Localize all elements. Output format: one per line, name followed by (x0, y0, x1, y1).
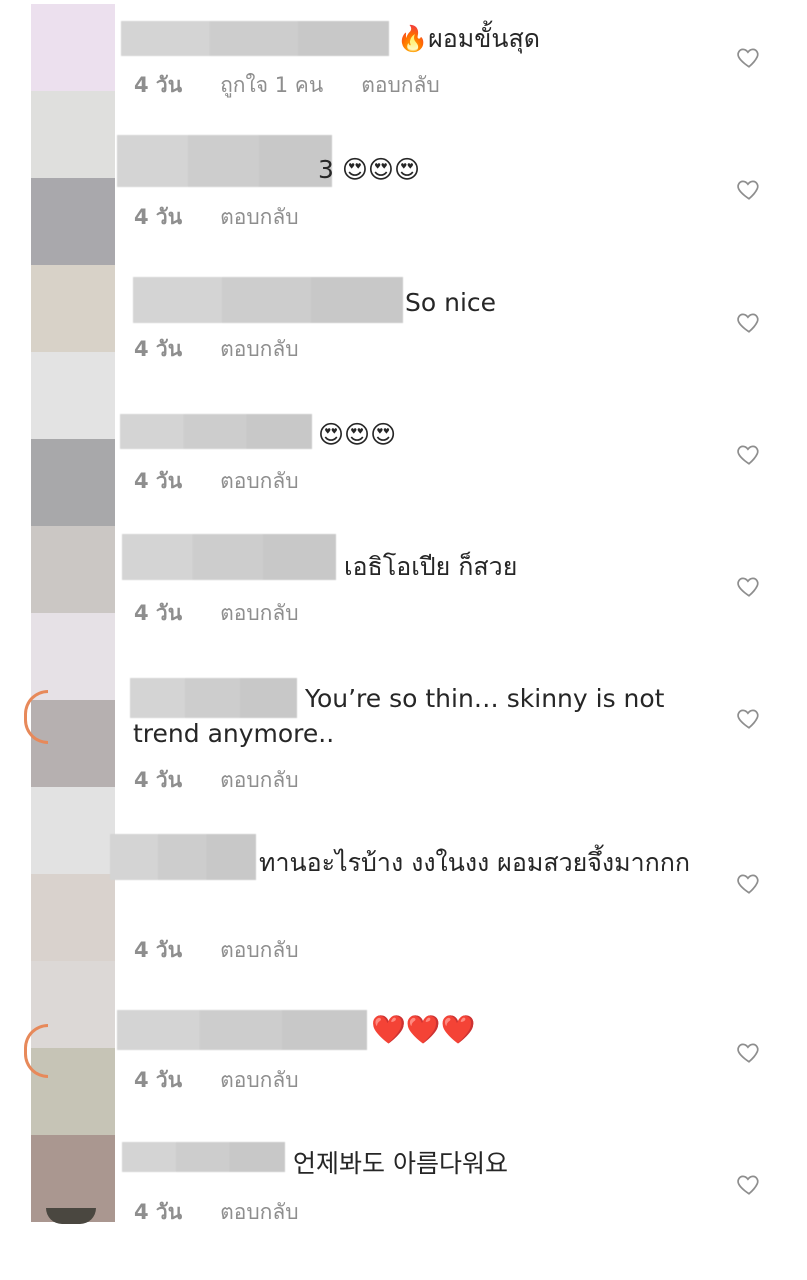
reply-button[interactable]: ตอบกลับ (220, 465, 299, 498)
comment-text: ❤️❤️❤️ (371, 1013, 476, 1046)
story-ring (24, 690, 48, 744)
heart-outline-icon[interactable] (736, 705, 762, 731)
heart-outline-icon[interactable] (736, 44, 762, 70)
username-redacted[interactable] (133, 277, 403, 323)
avatar[interactable] (31, 787, 115, 874)
comment-text: เอธิโอเปีย ก็สวย (344, 552, 518, 581)
avatar[interactable] (31, 439, 115, 526)
reply-button[interactable]: ตอบกลับ (220, 597, 299, 630)
comment-time: 4 วัน (134, 73, 183, 97)
username-redacted[interactable] (122, 534, 336, 580)
comment-time: 4 วัน (134, 337, 183, 361)
comment-time: 4 วัน (134, 938, 183, 962)
avatar[interactable] (31, 526, 115, 613)
reply-button[interactable]: ตอบกลับ (220, 333, 299, 366)
comment-text: 🔥ผอมขั้นสุด (397, 24, 540, 53)
comment-text: 3 😍😍😍 (318, 155, 421, 184)
heart-outline-icon[interactable] (736, 176, 762, 202)
username-redacted[interactable] (120, 414, 312, 449)
avatar[interactable] (31, 4, 115, 91)
comment-text: You’re so thin… skinny is not trend anym… (133, 684, 665, 748)
comment-meta: 4 วัน ถูกใจ 1 คน ตอบกลับ (134, 69, 440, 102)
heart-outline-icon[interactable] (736, 309, 762, 335)
reply-button[interactable]: ตอบกลับ (220, 764, 299, 797)
heart-outline-icon[interactable] (736, 870, 762, 896)
username-redacted[interactable] (117, 1010, 367, 1050)
likes-count[interactable]: ถูกใจ 1 คน (220, 69, 323, 102)
reply-button[interactable]: ตอบกลับ (220, 934, 299, 967)
username-redacted[interactable] (117, 135, 332, 187)
comment-meta: 4 วัน ตอบกลับ (134, 201, 299, 234)
avatar[interactable] (31, 874, 115, 961)
comment-text: 😍😍😍 (318, 420, 397, 449)
comment-meta: 4 วัน ตอบกลับ (134, 1196, 299, 1229)
heart-outline-icon[interactable] (736, 573, 762, 599)
comment-time: 4 วัน (134, 1200, 183, 1224)
comment-meta: 4 วัน ตอบกลับ (134, 764, 299, 797)
avatar[interactable] (31, 613, 115, 700)
reply-button[interactable]: ตอบกลับ (361, 69, 440, 102)
comment-time: 4 วัน (134, 205, 183, 229)
avatar[interactable] (31, 178, 115, 265)
comment-text: So nice (405, 288, 497, 317)
avatar[interactable] (31, 265, 115, 352)
comment-meta: 4 วัน ตอบกลับ (134, 465, 299, 498)
comment-time: 4 วัน (134, 469, 183, 493)
heart-outline-icon[interactable] (736, 1039, 762, 1065)
comment-time: 4 วัน (134, 1068, 183, 1092)
avatar[interactable] (31, 352, 115, 439)
reply-button[interactable]: ตอบกลับ (220, 1196, 299, 1229)
comment-text: ทานอะไรบ้าง งงในงง ผอมสวยจึ้งมากกก (259, 848, 691, 877)
comment-meta: 4 วัน ตอบกลับ (134, 1064, 299, 1097)
avatar[interactable] (31, 91, 115, 178)
comment-text: 언제봐도 아름다워요 (293, 1149, 508, 1178)
comment-meta: 4 วัน ตอบกลับ (134, 597, 299, 630)
comment-time: 4 วัน (134, 601, 183, 625)
reply-button[interactable]: ตอบกลับ (220, 1064, 299, 1097)
story-ring (24, 1024, 48, 1078)
username-redacted[interactable] (121, 21, 389, 56)
reply-button[interactable]: ตอบกลับ (220, 201, 299, 234)
comment-meta: 4 วัน ตอบกลับ (134, 333, 299, 366)
comment-meta: 4 วัน ตอบกลับ (134, 934, 299, 967)
comment-time: 4 วัน (134, 768, 183, 792)
heart-outline-icon[interactable] (736, 441, 762, 467)
username-redacted[interactable] (122, 1142, 285, 1172)
heart-outline-icon[interactable] (736, 1171, 762, 1197)
